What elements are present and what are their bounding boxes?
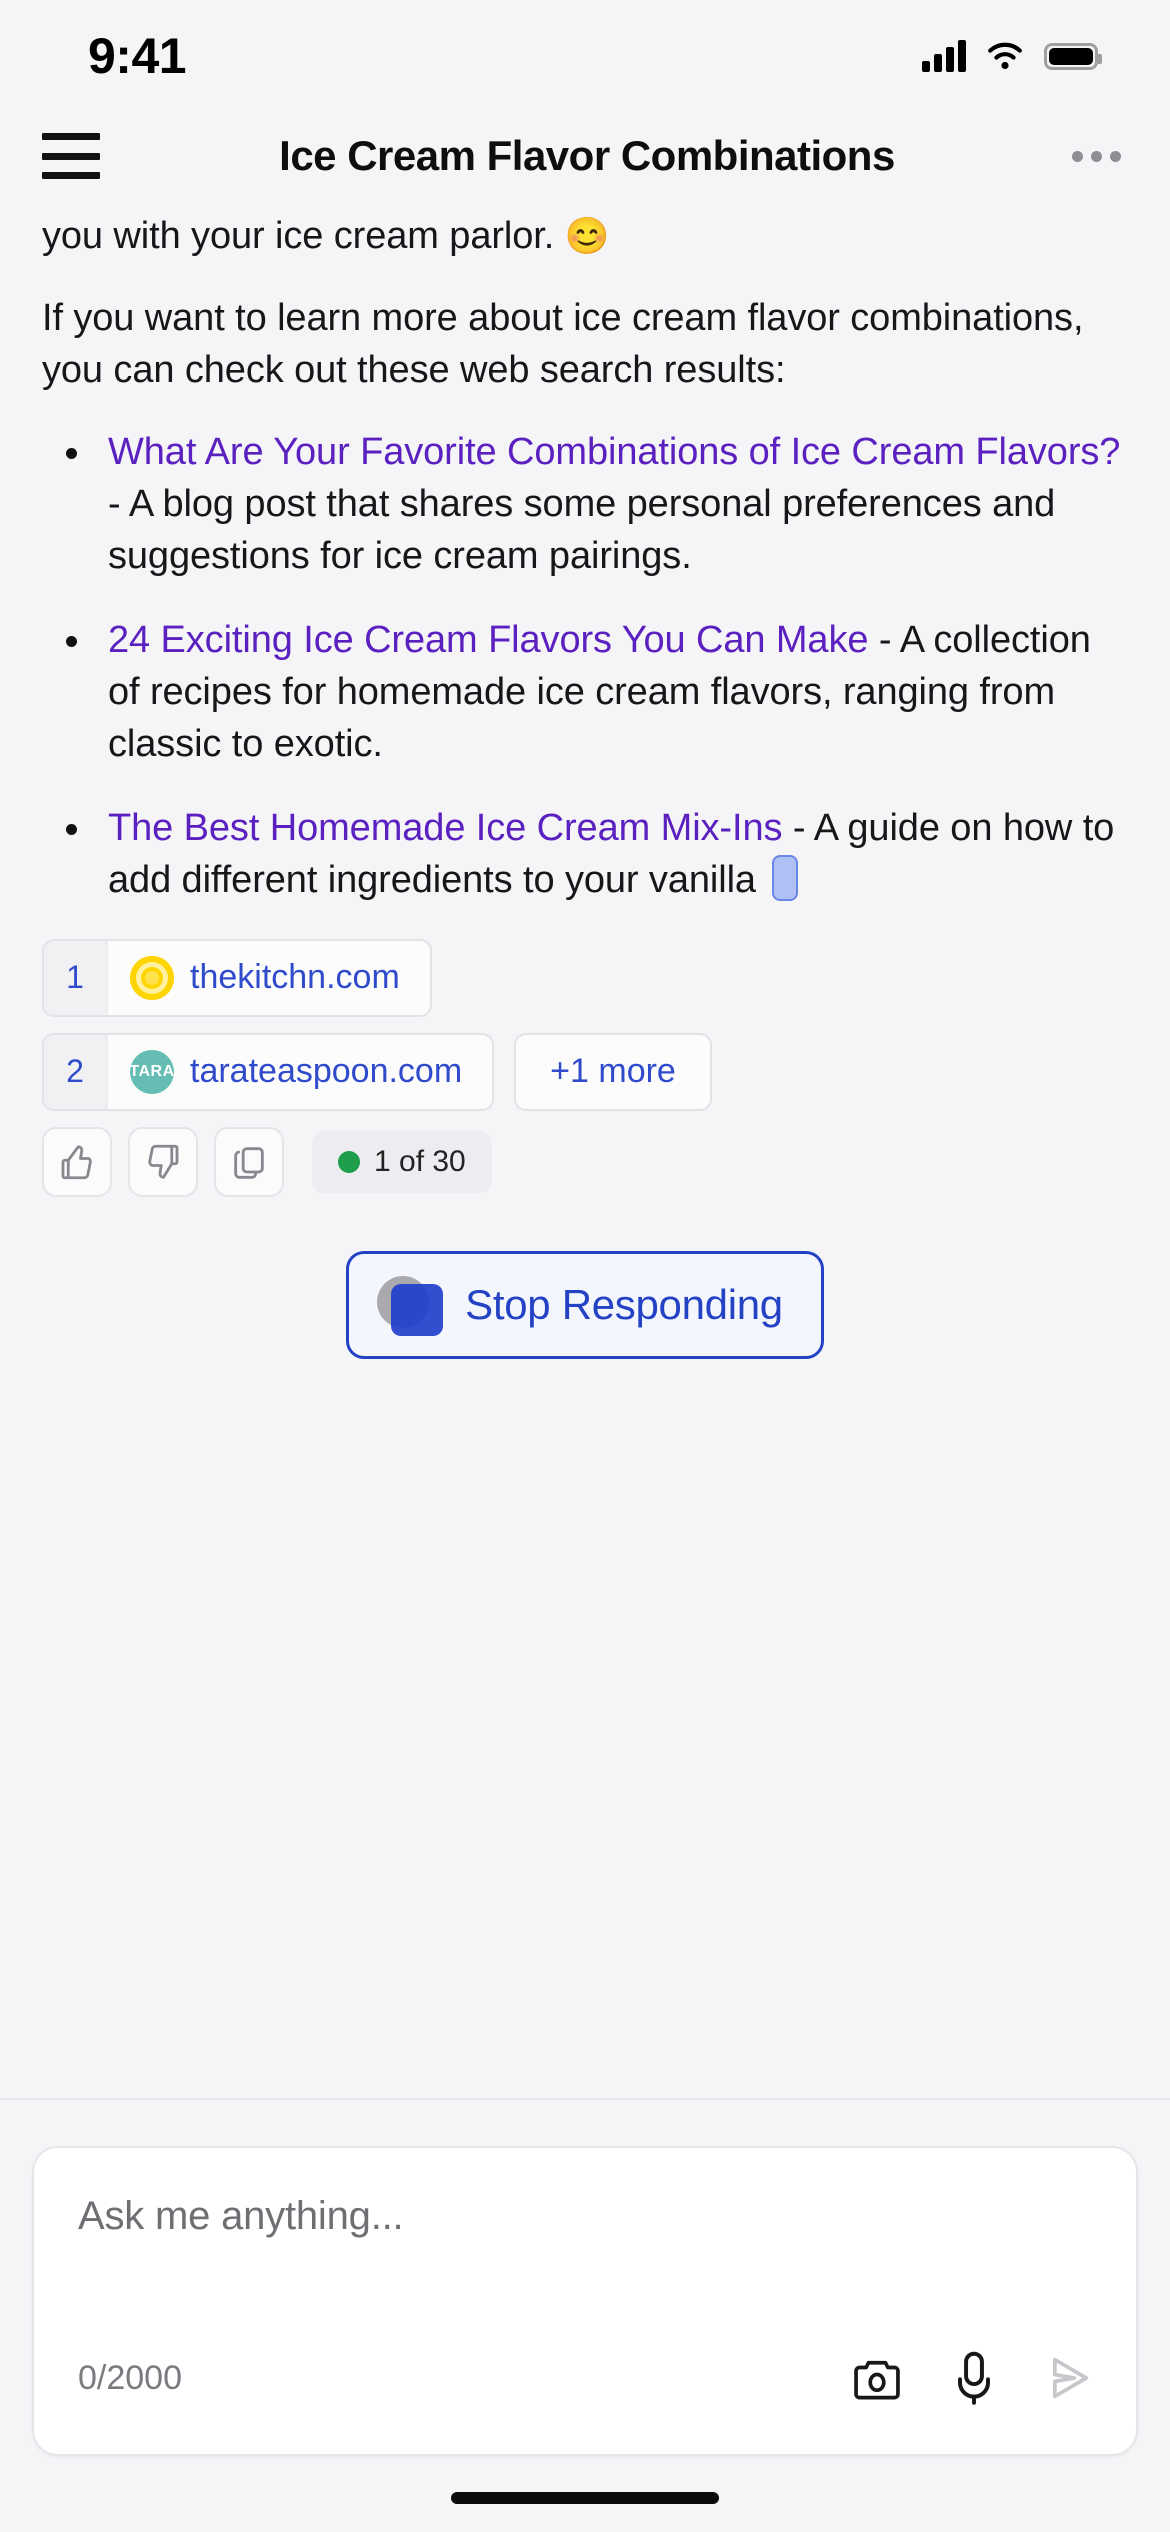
source-host: tarateaspoon.com [190,1052,463,1091]
thumbs-down-icon [148,1144,179,1179]
assistant-paragraph-1: you with your ice cream parlor. 😊 [42,210,1128,262]
copy-icon [234,1146,264,1179]
search-result-link[interactable]: 24 Exciting Ice Cream Flavors You Can Ma… [108,619,868,661]
conversation-pane: you with your ice cream parlor. 😊 If you… [0,210,1170,1359]
status-bar-time: 9:41 [88,28,187,84]
home-indicator [451,2492,719,2504]
source-citations: 1 thekitchn.com 2 TARA tarateaspoon.com … [42,938,1128,1111]
source-host: thekitchn.com [190,958,400,997]
composer-toolbar: 0/2000 [78,2350,1096,2406]
stop-responding-label: Stop Responding [465,1280,783,1328]
wifi-icon [988,42,1022,70]
search-result-description: - A blog post that shares some personal … [108,483,1056,578]
assistant-paragraph-2: If you want to learn more about ice crea… [42,297,1084,392]
paragraph-1-text: you with your ice cream parlor. [42,215,565,257]
navigation-bar: Ice Cream Flavor Combinations [0,112,1170,200]
list-item: 24 Exciting Ice Cream Flavors You Can Ma… [42,614,1128,770]
response-counter-label: 1 of 30 [374,1144,466,1178]
status-bar: 9:41 [0,0,1170,112]
smiling-face-emoji: 😊 [564,215,610,256]
list-item: The Best Homemade Ice Cream Mix-Ins - A … [42,802,1128,906]
composer-divider [0,2098,1170,2100]
stop-square-icon [377,1272,444,1338]
search-result-link[interactable]: What Are Your Favorite Combinations of I… [108,431,1120,473]
camera-button[interactable] [850,2354,904,2402]
thumbs-up-icon [61,1144,92,1179]
list-item: What Are Your Favorite Combinations of I… [42,426,1128,582]
response-counter: 1 of 30 [312,1130,492,1193]
search-result-link[interactable]: The Best Homemade Ice Cream Mix-Ins [108,807,782,849]
show-more-sources-label: +1 more [550,1052,676,1091]
signal-bars-icon [922,40,966,72]
source-chip-thekitchn[interactable]: 1 thekitchn.com [42,938,432,1017]
composer-placeholder: Ask me anything... [78,2194,404,2238]
camera-icon [854,2360,900,2400]
tarateaspoon-favicon: TARA [130,1049,174,1094]
send-button[interactable] [1044,2352,1096,2404]
more-options-icon[interactable] [1064,136,1128,176]
message-composer[interactable]: Ask me anything... 0/2000 [32,2146,1138,2456]
hamburger-menu-icon[interactable] [42,133,100,179]
stop-responding-row: Stop Responding [42,1250,1128,1359]
typing-caret-icon [772,855,799,902]
thumbs-down-button[interactable] [128,1126,198,1197]
source-index: 1 [44,940,108,1015]
status-bar-indicators [922,40,1102,72]
battery-icon [1044,42,1102,70]
source-row-1: 1 thekitchn.com [42,938,1128,1017]
character-counter: 0/2000 [78,2358,182,2397]
show-more-sources-button[interactable]: +1 more [514,1032,712,1111]
message-actions: 1 of 30 [42,1126,1128,1197]
source-row-2: 2 TARA tarateaspoon.com +1 more [42,1032,1128,1111]
page-title: Ice Cream Flavor Combinations [279,132,895,179]
source-chip-tarateaspoon[interactable]: 2 TARA tarateaspoon.com [42,1032,495,1111]
thekitchn-favicon [130,955,174,1000]
send-icon [1052,2357,1089,2399]
status-badge-dot [338,1150,360,1173]
stop-responding-button[interactable]: Stop Responding [346,1250,824,1359]
source-index: 2 [44,1034,108,1109]
web-search-results-list: What Are Your Favorite Combinations of I… [42,426,1128,906]
thumbs-up-button[interactable] [42,1126,112,1197]
microphone-icon [958,2351,990,2405]
copy-button[interactable] [214,1126,284,1197]
microphone-button[interactable] [950,2350,998,2406]
